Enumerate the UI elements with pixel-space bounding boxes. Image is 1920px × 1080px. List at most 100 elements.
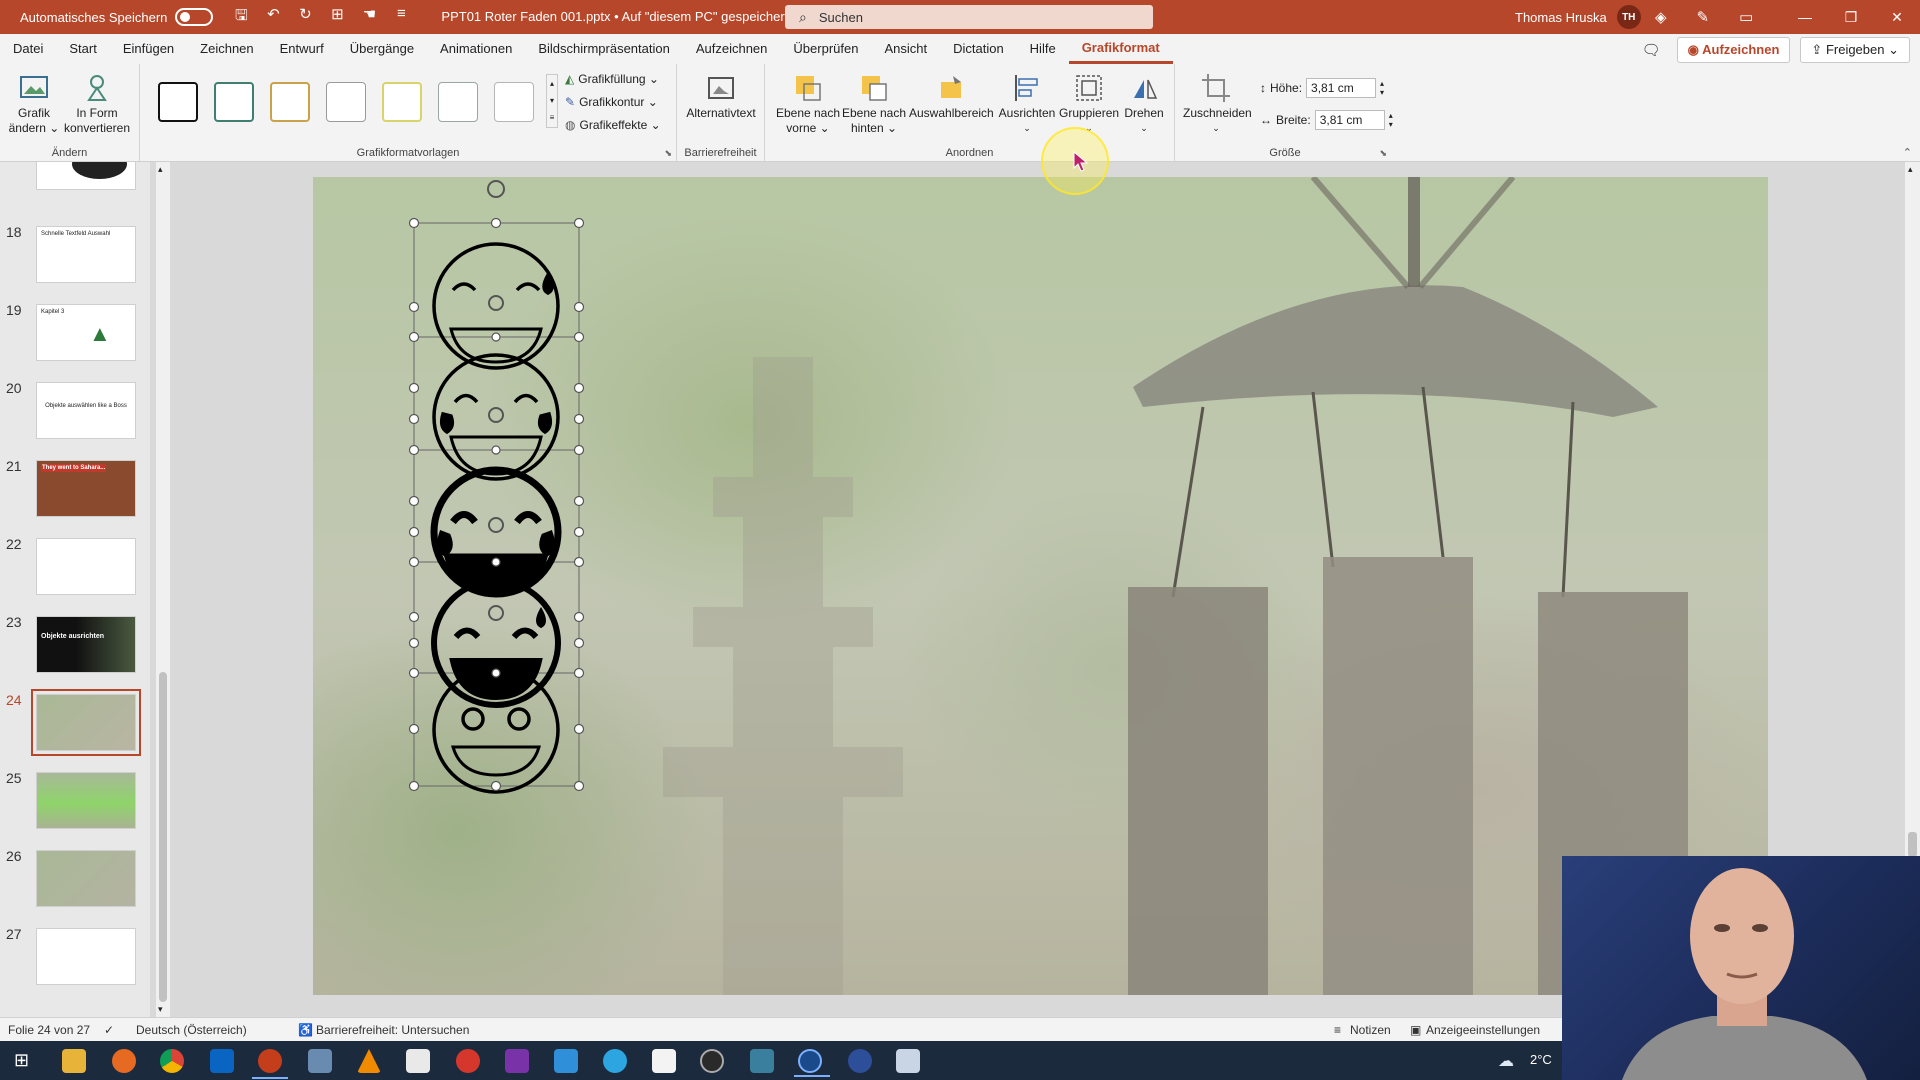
- height-spinner[interactable]: ▴ ▾: [1380, 79, 1384, 97]
- red-app-icon[interactable]: [456, 1049, 480, 1073]
- undo-icon[interactable]: ↶: [263, 5, 283, 30]
- slide-item-21[interactable]: 21 They went to Sahara...: [0, 458, 150, 528]
- tab-aufzeichnen[interactable]: Aufzeichnen: [683, 34, 781, 64]
- resize-handle[interactable]: [573, 723, 585, 735]
- file-explorer-icon[interactable]: [62, 1049, 86, 1073]
- slide-item-22[interactable]: 22: [0, 536, 150, 606]
- change-graphic-button[interactable]: Grafik ändern ⌄: [6, 72, 62, 136]
- width-input[interactable]: 3,81 cm: [1314, 110, 1385, 130]
- autosave-toggle[interactable]: [175, 8, 214, 26]
- style-preset-7[interactable]: [494, 82, 534, 122]
- tab-dictation[interactable]: Dictation: [940, 34, 1017, 64]
- resize-handle[interactable]: [408, 611, 420, 623]
- resize-handle[interactable]: [408, 556, 420, 568]
- collapse-ribbon-icon[interactable]: ⌃: [1903, 146, 1912, 159]
- tab-zeichnen[interactable]: Zeichnen: [187, 34, 266, 64]
- tab-uebergaenge[interactable]: Übergänge: [337, 34, 427, 64]
- powerpoint-icon[interactable]: [252, 1049, 288, 1079]
- app-icon[interactable]: [308, 1049, 332, 1073]
- tab-ueberpruefen[interactable]: Überprüfen: [780, 34, 871, 64]
- current-slide[interactable]: [313, 177, 1768, 995]
- diamond-icon[interactable]: ◈: [1655, 8, 1667, 26]
- v-app-icon[interactable]: [554, 1049, 578, 1073]
- resize-handle[interactable]: [408, 495, 420, 507]
- resize-handle[interactable]: [408, 780, 420, 792]
- resize-handle[interactable]: [573, 780, 585, 792]
- resize-handle[interactable]: [573, 667, 585, 679]
- rotate-handle-icon[interactable]: [488, 605, 504, 621]
- spellcheck-icon[interactable]: ✓: [104, 1023, 114, 1037]
- grin-sweat-emoji[interactable]: [432, 242, 560, 370]
- selection-pane-button[interactable]: Auswahlbereich: [909, 72, 994, 121]
- thumbnail-scrollbar[interactable]: ▴ ▾: [156, 162, 170, 1017]
- editor-scroll-up-icon[interactable]: ▴: [1908, 164, 1913, 175]
- height-input[interactable]: 3,81 cm: [1306, 78, 1377, 98]
- resize-handle[interactable]: [491, 332, 501, 342]
- slide-item-18[interactable]: 18 Schnelle Textfeld Auswahl: [0, 224, 150, 294]
- tab-datei[interactable]: Datei: [0, 34, 56, 64]
- resize-handle[interactable]: [408, 382, 420, 394]
- resize-handle[interactable]: [573, 495, 585, 507]
- autosave[interactable]: Automatisches Speichern: [20, 8, 214, 26]
- tab-bildschirmpraesentation[interactable]: Bildschirmpräsentation: [525, 34, 683, 64]
- ribbon-display-icon[interactable]: ▭: [1739, 8, 1753, 26]
- editor-scroll-thumb[interactable]: [1908, 832, 1917, 857]
- onenote-icon[interactable]: [505, 1049, 529, 1073]
- redo-icon[interactable]: ↻: [295, 5, 315, 30]
- resize-handle[interactable]: [573, 217, 585, 229]
- tab-grafikformat[interactable]: Grafikformat: [1068, 34, 1173, 64]
- resize-handle[interactable]: [408, 331, 420, 343]
- slide-thumbnail-17[interactable]: [36, 162, 136, 190]
- resize-handle[interactable]: [408, 526, 420, 538]
- bring-forward-button[interactable]: Ebene nach vorne ⌄: [775, 72, 841, 136]
- record-button[interactable]: ◉ Aufzeichnen: [1676, 37, 1791, 63]
- comment-icon[interactable]: 🗨: [1642, 41, 1661, 59]
- style-preset-1[interactable]: [158, 82, 198, 122]
- style-preset-5[interactable]: [382, 82, 422, 122]
- slide-item-23[interactable]: 23 Objekte ausrichten: [0, 614, 150, 684]
- style-preset-6[interactable]: [438, 82, 478, 122]
- tab-ansicht[interactable]: Ansicht: [871, 34, 940, 64]
- present-icon[interactable]: ⊞: [327, 5, 347, 30]
- laughing-tears-emoji[interactable]: [432, 353, 560, 481]
- language-indicator[interactable]: Deutsch (Österreich): [136, 1023, 247, 1037]
- resize-handle[interactable]: [490, 780, 502, 792]
- vlc-icon[interactable]: [357, 1049, 381, 1073]
- style-preset-2[interactable]: [214, 82, 254, 122]
- tab-hilfe[interactable]: Hilfe: [1017, 34, 1069, 64]
- alt-text-button[interactable]: Alternativtext: [683, 72, 759, 121]
- tab-entwurf[interactable]: Entwurf: [267, 34, 337, 64]
- align-button[interactable]: Ausrichten ⌄: [997, 72, 1057, 136]
- rotate-button[interactable]: Drehen ⌄: [1119, 72, 1169, 136]
- convert-to-shape-button[interactable]: In Form konvertieren: [62, 72, 132, 136]
- pdf-app-icon[interactable]: [652, 1049, 676, 1073]
- resize-handle[interactable]: [491, 445, 501, 455]
- resize-handle[interactable]: [573, 444, 585, 456]
- resize-handle[interactable]: [573, 556, 585, 568]
- notes-button[interactable]: Notizen: [1350, 1023, 1391, 1037]
- width-spinner[interactable]: ▴ ▾: [1389, 111, 1393, 129]
- scroll-down-icon[interactable]: ▾: [158, 1004, 163, 1015]
- minimize-icon[interactable]: —: [1782, 0, 1828, 34]
- resize-handle[interactable]: [491, 557, 501, 567]
- crop-button[interactable]: Zuschneiden ⌄: [1183, 72, 1252, 136]
- slide-item-24[interactable]: 24: [0, 689, 150, 762]
- resize-handle[interactable]: [490, 217, 502, 229]
- obs-icon[interactable]: [700, 1049, 724, 1073]
- resize-handle[interactable]: [408, 444, 420, 456]
- resize-handle[interactable]: [573, 637, 585, 649]
- resize-handle[interactable]: [573, 331, 585, 343]
- blue-app-icon[interactable]: [848, 1049, 872, 1073]
- style-preset-3[interactable]: [270, 82, 310, 122]
- dialog-launcher-icon[interactable]: ⬊: [664, 148, 672, 159]
- display-settings-button[interactable]: Anzeigeeinstellungen: [1426, 1023, 1540, 1037]
- resize-handle[interactable]: [408, 301, 420, 313]
- user-account[interactable]: Thomas Hruska TH: [1515, 0, 1641, 34]
- scroll-up-icon[interactable]: ▴: [158, 164, 163, 175]
- style-gallery-scroll[interactable]: ▴ ▾ ≡: [546, 74, 558, 128]
- tab-start[interactable]: Start: [56, 34, 109, 64]
- size-dialog-launcher-icon[interactable]: ⬊: [1379, 148, 1387, 159]
- graphic-fill-button[interactable]: ◭ Grafikfüllung ⌄: [565, 72, 659, 86]
- resize-handle[interactable]: [408, 217, 420, 229]
- save-icon[interactable]: 🖫: [231, 5, 251, 30]
